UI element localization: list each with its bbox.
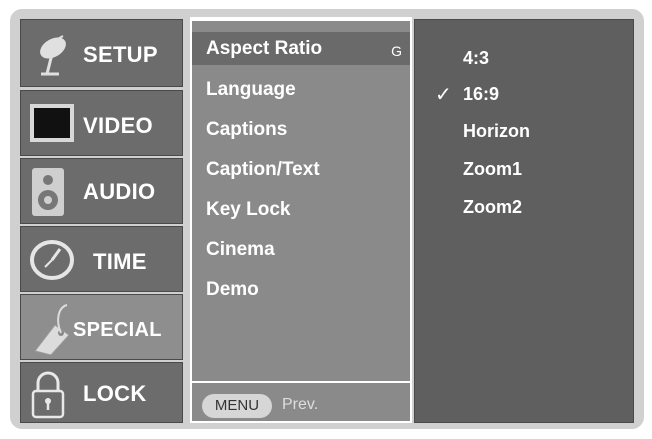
menu-item-key-lock[interactable]: Key Lock	[206, 199, 290, 221]
category-label: TIME	[93, 249, 147, 274]
option-zoom2[interactable]: Zoom2	[463, 197, 522, 218]
category-setup[interactable]: SETUP	[20, 19, 183, 87]
category-audio[interactable]: AUDIO	[20, 158, 183, 224]
option-4-3[interactable]: 4:3	[463, 48, 489, 69]
menu-item-demo[interactable]: Demo	[206, 279, 259, 301]
category-label: VIDEO	[83, 113, 153, 138]
tag-icon	[25, 299, 75, 360]
speaker-icon	[31, 167, 65, 222]
padlock-icon	[31, 369, 65, 424]
category-label: LOCK	[83, 381, 147, 406]
submenu-arrow-icon: G	[391, 43, 402, 59]
menu-item-captions[interactable]: Captions	[206, 119, 287, 141]
menu-item-cinema[interactable]: Cinema	[206, 239, 275, 261]
check-icon: ✓	[435, 84, 452, 106]
category-label: AUDIO	[83, 179, 156, 204]
satellite-dish-icon	[29, 30, 79, 83]
category-video[interactable]: VIDEO	[20, 90, 183, 156]
category-label: SPECIAL	[73, 319, 162, 341]
clock-icon	[29, 237, 75, 288]
option-horizon[interactable]: Horizon	[463, 121, 530, 142]
menu-item-label: Aspect Ratio	[206, 38, 323, 59]
menu-divider	[192, 381, 410, 383]
category-special[interactable]: SPECIAL	[20, 294, 183, 360]
prev-label: Prev.	[282, 396, 319, 413]
category-lock[interactable]: LOCK	[20, 362, 183, 423]
tv-screen-icon	[29, 103, 75, 148]
menu-item-caption-text[interactable]: Caption/Text	[206, 159, 320, 181]
menu-button[interactable]: MENU	[202, 394, 272, 418]
aspect-ratio-submenu: ✓ 4:3 16:9 Horizon Zoom1 Zoom2	[414, 19, 634, 423]
special-menu: Aspect Ratio G Language Captions Caption…	[190, 19, 412, 423]
menu-item-aspect-ratio[interactable]: Aspect Ratio G	[192, 32, 410, 65]
option-16-9[interactable]: 16:9	[463, 84, 499, 105]
category-label: SETUP	[83, 42, 158, 67]
menu-item-language[interactable]: Language	[206, 79, 296, 101]
option-zoom1[interactable]: Zoom1	[463, 159, 522, 180]
category-time[interactable]: TIME	[20, 226, 183, 292]
